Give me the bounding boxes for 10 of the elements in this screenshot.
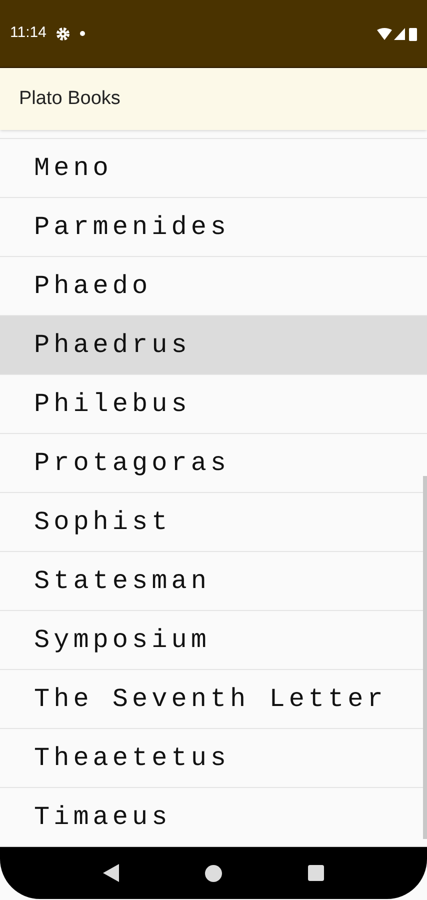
home-icon[interactable] <box>205 864 222 882</box>
battery-icon <box>409 26 417 40</box>
wifi-icon <box>377 28 392 40</box>
status-time: 11:14 <box>10 23 46 44</box>
book-list-item[interactable]: Phaedrus <box>0 316 427 375</box>
settings-icon <box>56 26 70 40</box>
signal-icon <box>394 28 405 40</box>
app-title: Plato Books <box>19 86 120 111</box>
notification-dot-icon <box>80 31 86 36</box>
back-icon[interactable] <box>103 864 119 882</box>
